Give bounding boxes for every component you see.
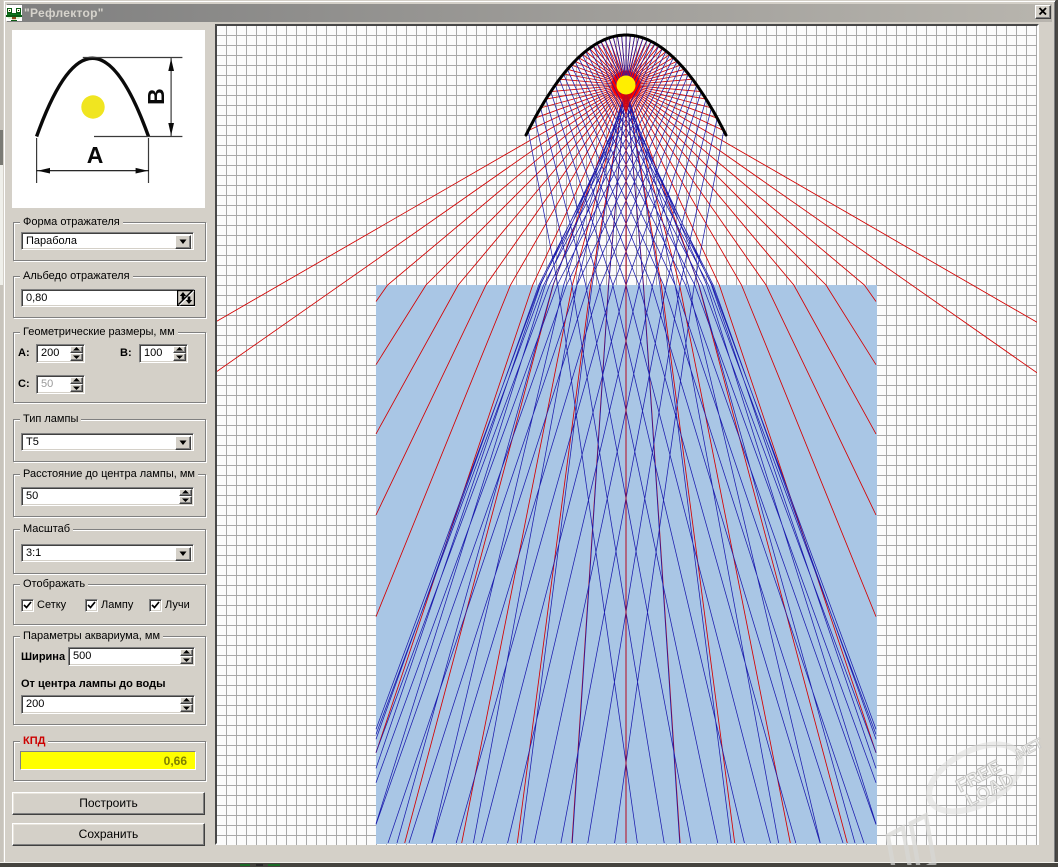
- svg-text:A: A: [87, 142, 104, 168]
- svg-text:.NET: .NET: [1010, 734, 1046, 763]
- svg-text:B: B: [143, 88, 169, 105]
